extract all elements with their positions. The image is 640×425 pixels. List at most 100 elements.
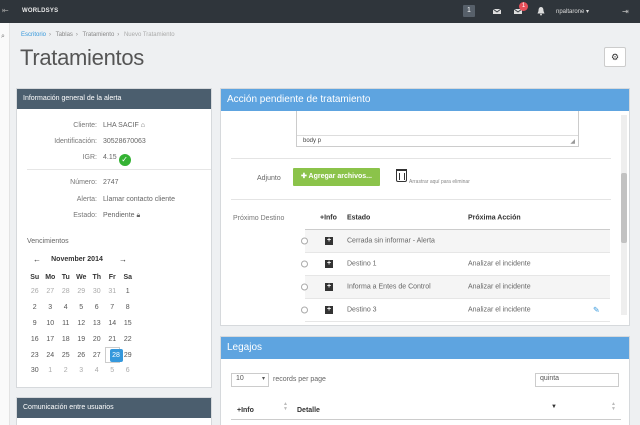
calendar-day[interactable]: 17 xyxy=(43,331,59,347)
calendar-day[interactable]: 4 xyxy=(89,363,105,379)
scrollbar-thumb[interactable] xyxy=(621,173,627,243)
burger-icon[interactable]: ⇥ xyxy=(622,7,629,16)
calendar-day-header: Sa xyxy=(123,273,133,281)
adjunto-label: Adjunto xyxy=(257,175,281,182)
calendar-day[interactable]: 26 xyxy=(74,347,90,363)
plus-icon[interactable]: + xyxy=(325,283,333,291)
col-info-legajos[interactable]: +Info xyxy=(237,407,254,414)
add-files-button[interactable]: ✚ Agregar archivos... xyxy=(293,168,380,186)
calendar-day[interactable]: 1 xyxy=(120,284,136,300)
breadcrumb-tablas[interactable]: Tablas xyxy=(56,32,73,38)
brand-logo[interactable]: WORLDSYS xyxy=(22,8,58,14)
calendar-day[interactable]: 19 xyxy=(74,331,90,347)
calendar-month[interactable]: November 2014 xyxy=(27,256,127,263)
breadcrumb-escritorio[interactable]: Escritorio xyxy=(21,32,46,38)
plus-icon[interactable]: + xyxy=(325,260,333,268)
row-radio[interactable] xyxy=(301,260,308,268)
per-page-select[interactable]: 10 ▾ xyxy=(231,373,269,387)
trash-icon[interactable] xyxy=(396,169,407,182)
calendar-day[interactable]: 28 xyxy=(58,284,74,300)
calendar-day[interactable]: 1 xyxy=(43,363,59,379)
col-proxima-accion[interactable]: Próxima Acción xyxy=(468,214,521,221)
search-input[interactable]: quinta xyxy=(535,373,619,387)
sort-icon[interactable]: ▲ ▼ xyxy=(283,402,288,412)
calendar-day[interactable]: 30 xyxy=(89,284,105,300)
calendar-day[interactable]: 4 xyxy=(58,300,74,316)
bell-icon[interactable] xyxy=(536,6,546,16)
calendar-day-number: 7 xyxy=(110,304,115,312)
user-menu[interactable]: npaltarone ▾ xyxy=(556,8,589,15)
calendar-day-number: 30 xyxy=(92,288,101,296)
calendar-day[interactable]: 30 xyxy=(27,363,43,379)
divider xyxy=(231,199,611,200)
calendar-day[interactable]: 6 xyxy=(120,363,136,379)
col-estado[interactable]: Estado xyxy=(347,214,370,221)
calendar-next-icon[interactable]: → xyxy=(119,255,127,264)
calendar-day[interactable]: 18 xyxy=(58,331,74,347)
calendar-day[interactable]: 24 xyxy=(43,347,59,363)
table-row[interactable]: + Destino 1 Analizar el incidente xyxy=(301,253,610,276)
calendar-day-number: 21 xyxy=(108,335,117,343)
calendar-day[interactable]: 2 xyxy=(58,363,74,379)
row-radio[interactable] xyxy=(301,283,308,291)
sort-icon[interactable]: ▲ ▼ xyxy=(611,402,616,412)
settings-button[interactable]: ⚙ xyxy=(604,47,626,67)
calendar-day[interactable]: 3 xyxy=(43,300,59,316)
back-icon[interactable]: ⇤ xyxy=(2,6,9,15)
calendar-day[interactable]: 6 xyxy=(89,300,105,316)
calendar-day[interactable]: 31 xyxy=(105,284,121,300)
pencil-icon[interactable]: ✎ xyxy=(593,306,600,315)
calendar-day[interactable]: 13 xyxy=(89,316,105,332)
calendar-day[interactable]: 2 xyxy=(27,300,43,316)
home-icon[interactable]: 1 xyxy=(463,5,475,17)
row-radio[interactable] xyxy=(301,306,308,314)
calendar-day[interactable]: 27 xyxy=(43,284,59,300)
calendar-day[interactable]: 8 xyxy=(120,300,136,316)
calendar-day[interactable]: 27 xyxy=(89,347,105,363)
calendar-day[interactable]: 26 xyxy=(27,284,43,300)
table-row[interactable]: + Cerrada sin informar - Alerta xyxy=(301,230,610,253)
calendar-day[interactable]: 5 xyxy=(74,300,90,316)
scrollbar[interactable] xyxy=(621,115,627,315)
lock-icon: 🔒︎ xyxy=(136,212,141,219)
search-icon[interactable]: ⌕ xyxy=(1,33,5,41)
calendar-day[interactable]: 20 xyxy=(89,331,105,347)
row-radio[interactable] xyxy=(301,237,308,245)
calendar-day[interactable]: 3 xyxy=(74,363,90,379)
calendar: ← November 2014 → Su Mo Tu We Th Fr Sa 26 27 28 2… xyxy=(27,255,137,379)
calendar-day[interactable]: 10 xyxy=(43,316,59,332)
calendar-day[interactable]: 23 xyxy=(27,347,43,363)
calendar-day-number: 1 xyxy=(125,288,130,296)
calendar-day-number: 29 xyxy=(123,351,132,359)
plus-icon[interactable]: + xyxy=(325,306,333,314)
calendar-day[interactable]: 16 xyxy=(27,331,43,347)
rich-text-editor[interactable]: body p ◢ xyxy=(296,111,579,147)
table-row[interactable]: + Informa a Entes de Control Analizar el i… xyxy=(301,276,610,299)
calendar-day[interactable]: 15 xyxy=(120,316,136,332)
calendar-day-number: 19 xyxy=(77,335,86,343)
breadcrumb-tratamiento[interactable]: Tratamiento xyxy=(82,32,114,38)
calendar-day-number: 18 xyxy=(61,335,70,343)
estado-value: Pendiente xyxy=(103,212,135,219)
calendar-day[interactable]: 14 xyxy=(105,316,121,332)
calendar-day[interactable]: 22 xyxy=(120,331,136,347)
field-value-estado: Pendiente 🔒︎ xyxy=(103,212,140,220)
table-row[interactable]: + Destino 3 Analizar el incidente ✎ xyxy=(301,299,610,322)
plus-icon[interactable]: + xyxy=(325,237,333,245)
col-info[interactable]: +Info xyxy=(320,214,337,221)
calendar-day[interactable]: 7 xyxy=(105,300,121,316)
calendar-day[interactable]: 11 xyxy=(58,316,74,332)
sort-down-icon[interactable]: ▼ xyxy=(551,404,557,410)
calendar-day[interactable]: 28 xyxy=(104,347,123,363)
calendar-day[interactable]: 5 xyxy=(105,363,121,379)
calendar-day[interactable]: 25 xyxy=(58,347,74,363)
calendar-day[interactable]: 21 xyxy=(105,331,121,347)
calendar-day-number: 4 xyxy=(94,367,99,375)
calendar-day[interactable]: 29 xyxy=(74,284,90,300)
calendar-day-number: 6 xyxy=(125,367,130,375)
col-detalle[interactable]: Detalle xyxy=(297,407,320,414)
envelope-icon[interactable] xyxy=(492,6,502,16)
calendar-day[interactable]: 12 xyxy=(74,316,90,332)
calendar-day[interactable]: 9 xyxy=(27,316,43,332)
resize-grip-icon[interactable]: ◢ xyxy=(570,138,575,145)
